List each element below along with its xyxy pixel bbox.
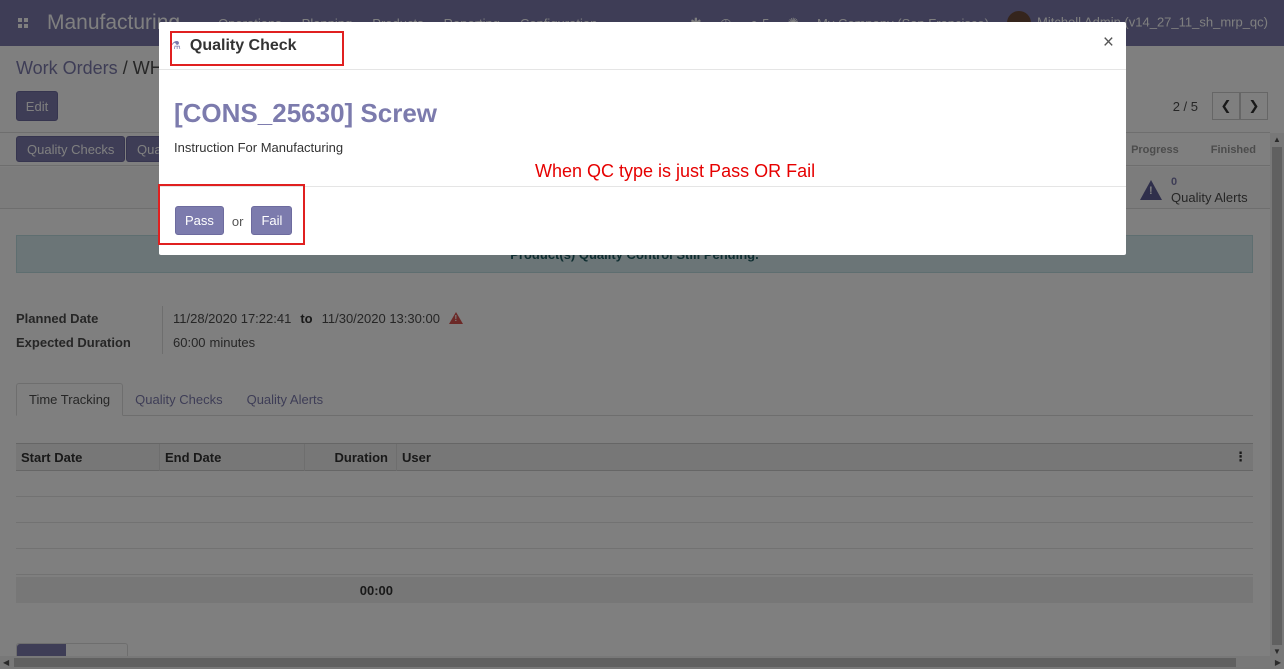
product-title: [CONS_25630] Screw — [174, 98, 438, 128]
annotation-note: When QC type is just Pass OR Fail — [535, 161, 816, 181]
buttons-highlight-box — [158, 184, 305, 245]
dialog-body: [CONS_25630] Screw Instruction For Manuf… — [159, 70, 1126, 187]
title-highlight-box — [170, 31, 344, 66]
close-icon[interactable]: × — [1103, 33, 1114, 52]
instruction-text: Instruction For Manufacturing — [174, 140, 344, 155]
